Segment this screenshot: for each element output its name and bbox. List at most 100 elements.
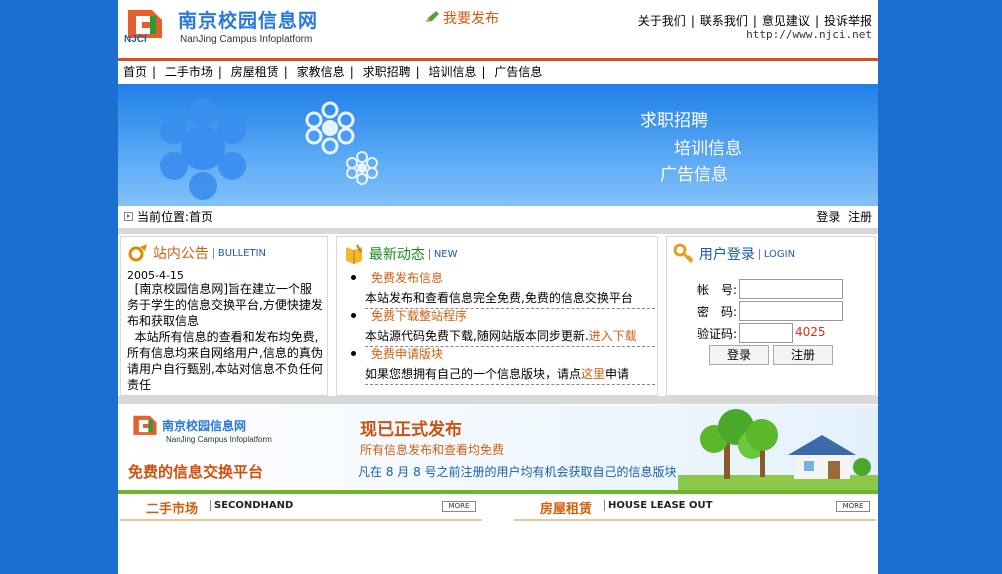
section-title-en: SECONDHAND [210, 500, 293, 511]
news-item: 免费申请版块 如果您想拥有自己的一个信息版块，请点这里申请 [349, 345, 655, 385]
page: NJCI 南京校园信息网 NanJing Campus Infoplatform… [118, 0, 878, 574]
captcha-label: 验证码: [697, 327, 738, 341]
nav-item-secondhand[interactable]: 二手市场 [165, 65, 213, 79]
section-title-cn: 二手市场 [146, 502, 199, 517]
nav-item-training[interactable]: 培训信息 [428, 65, 476, 79]
location-current[interactable]: 首页 [189, 210, 213, 224]
news-item-desc: 如果您想拥有自己的一个信息版块，请点这里申请 [365, 365, 655, 385]
top-link-complaint[interactable]: 投诉举报 [824, 14, 872, 28]
site-url: http://www.njci.net [746, 28, 872, 41]
location-bar: 当前位置:首页 登录 注册 [118, 206, 878, 228]
captcha-code: 4025 [795, 325, 826, 339]
news-panel: 最新动态 NEW 免费发布信息 本站发布和查看信息完全免费,免费的信息交换平台 免… [336, 236, 658, 396]
promo-line-register: 凡在 8 月 8 号之前注册的用户均有机会获取自己的信息版块 [358, 465, 677, 479]
section-secondhand: 二手市场 SECONDHAND MORE [120, 496, 482, 522]
news-item-desc-tail: 申请 [605, 367, 630, 381]
tiny-flower-icon [346, 151, 378, 185]
site-subtitle: NanJing Campus Infoplatform [180, 34, 313, 45]
section-title-cn: 房屋租赁 [540, 502, 593, 517]
news-item-title[interactable]: 免费申请版块 [371, 345, 443, 362]
logo-mark-text: NJCI [124, 34, 147, 45]
promo-slogan: 免费的信息交换平台 [128, 463, 264, 481]
arrow-right-icon [124, 212, 133, 221]
login-title-en: LOGIN [758, 248, 796, 260]
bullet-icon [351, 351, 356, 356]
more-button[interactable]: MORE [442, 501, 476, 512]
login-button[interactable]: 登录 [709, 345, 769, 365]
captcha-row: 验证码: 4025 [667, 323, 875, 343]
login-title: 用户登录 LOGIN [673, 243, 796, 267]
promo-logo-subtitle: NanJing Campus Infoplatform [166, 435, 272, 444]
flower-icon [160, 98, 246, 200]
nav-item-home[interactable]: 首页 [123, 65, 147, 79]
bullet-icon [351, 275, 356, 280]
section-underline [120, 519, 482, 521]
news-title-cn: 最新动态 [368, 247, 425, 263]
news-item-desc: 本站发布和查看信息完全免费,免费的信息交换平台 [365, 289, 655, 309]
login-panel: 用户登录 LOGIN 帐 号: 密 码: 验证码: 4025 登录 注册 [666, 236, 876, 396]
apply-link[interactable]: 这里 [581, 367, 605, 381]
bulletin-body: [南京校园信息网]旨在建立一个服务于学生的信息交换平台,方便快捷发布和获取信息 … [127, 282, 323, 392]
main-nav: 首页 | 二手市场 | 房屋租赁 | 家教信息 | 求职招聘 | 培训信息 | 广告信息 [123, 65, 543, 79]
captcha-input[interactable] [739, 323, 793, 343]
njci-logo-icon [133, 415, 157, 435]
book-icon [346, 244, 362, 264]
news-list: 免费发布信息 本站发布和查看信息完全免费,免费的信息交换平台 免费下载整站程序 … [349, 269, 655, 385]
password-label: 密 码: [697, 305, 738, 319]
banner-line-jobs: 求职招聘 [640, 111, 708, 131]
section-underline [514, 519, 876, 521]
top-link-about[interactable]: 关于我们 [638, 14, 686, 28]
promo-divider [118, 490, 878, 494]
top-link-contact[interactable]: 联系我们 [700, 14, 748, 28]
small-flower-icon [305, 101, 355, 155]
header: NJCI 南京校园信息网 NanJing Campus Infoplatform… [118, 0, 878, 58]
password-row: 密 码: [667, 301, 875, 321]
download-link[interactable]: 进入下载 [589, 329, 637, 343]
nav-item-jobs[interactable]: 求职招聘 [363, 65, 411, 79]
site-title[interactable]: 南京校园信息网 [178, 6, 318, 33]
register-button[interactable]: 注册 [773, 345, 833, 365]
account-input[interactable] [739, 279, 843, 299]
bulletin-title-en: BULLETIN [212, 247, 267, 259]
login-buttons: 登录 注册 [667, 345, 875, 365]
publish-label: 我要发布 [443, 11, 499, 27]
bulletin-icon [128, 244, 147, 262]
pen-icon [426, 11, 439, 22]
header-divider [118, 58, 878, 61]
login-title-cn: 用户登录 [698, 247, 755, 263]
banner-line-ads: 广告信息 [660, 165, 728, 185]
news-title-en: NEW [428, 248, 458, 260]
promo-logo-title: 南京校园信息网 [162, 419, 247, 433]
news-item-title[interactable]: 免费发布信息 [371, 269, 443, 286]
bullet-icon [351, 313, 356, 318]
nav-item-ads[interactable]: 广告信息 [494, 65, 542, 79]
account-label: 帐 号: [697, 283, 738, 297]
account-row: 帐 号: [667, 279, 875, 299]
section-house-lease: 房屋租赁 HOUSE LEASE OUT MORE [514, 496, 876, 522]
top-link-feedback[interactable]: 意见建议 [762, 14, 810, 28]
news-item-title[interactable]: 免费下载整站程序 [371, 307, 467, 324]
location-prefix: 当前位置: [137, 210, 190, 224]
top-links: 关于我们 | 联系我们 | 意见建议 | 投诉举报 [637, 14, 872, 28]
news-item-desc-text: 本站源代码免费下载,随网站版本同步更新. [365, 329, 589, 343]
news-item-desc: 本站源代码免费下载,随网站版本同步更新.进入下载 [365, 327, 655, 347]
nav-item-house[interactable]: 房屋租赁 [231, 65, 279, 79]
promo-banner: 南京校园信息网 NanJing Campus Infoplatform 免费的信… [118, 405, 878, 491]
hero-banner: 求职招聘 培训信息 广告信息 [118, 84, 878, 206]
news-item: 免费下载整站程序 本站源代码免费下载,随网站版本同步更新.进入下载 [349, 307, 655, 347]
login-link[interactable]: 登录 [816, 210, 840, 224]
section-divider [118, 228, 878, 234]
promo-headline: 现已正式发布 [360, 420, 462, 440]
news-title: 最新动态 NEW [343, 243, 458, 267]
news-item-desc-text: 如果您想拥有自己的一个信息版块，请点 [365, 367, 582, 381]
promo-line-free: 所有信息发布和查看均免费 [360, 443, 505, 457]
publish-link[interactable]: 我要发布 [424, 8, 499, 28]
news-item: 免费发布信息 本站发布和查看信息完全免费,免费的信息交换平台 [349, 269, 655, 309]
bulletin-title-cn: 站内公告 [152, 246, 209, 262]
password-input[interactable] [739, 301, 843, 321]
more-button[interactable]: MORE [836, 501, 870, 512]
bulletin-title: 站内公告 BULLETIN [127, 243, 267, 267]
nav-item-tutor[interactable]: 家教信息 [297, 65, 345, 79]
section-divider [118, 396, 878, 404]
register-link[interactable]: 注册 [848, 210, 872, 224]
